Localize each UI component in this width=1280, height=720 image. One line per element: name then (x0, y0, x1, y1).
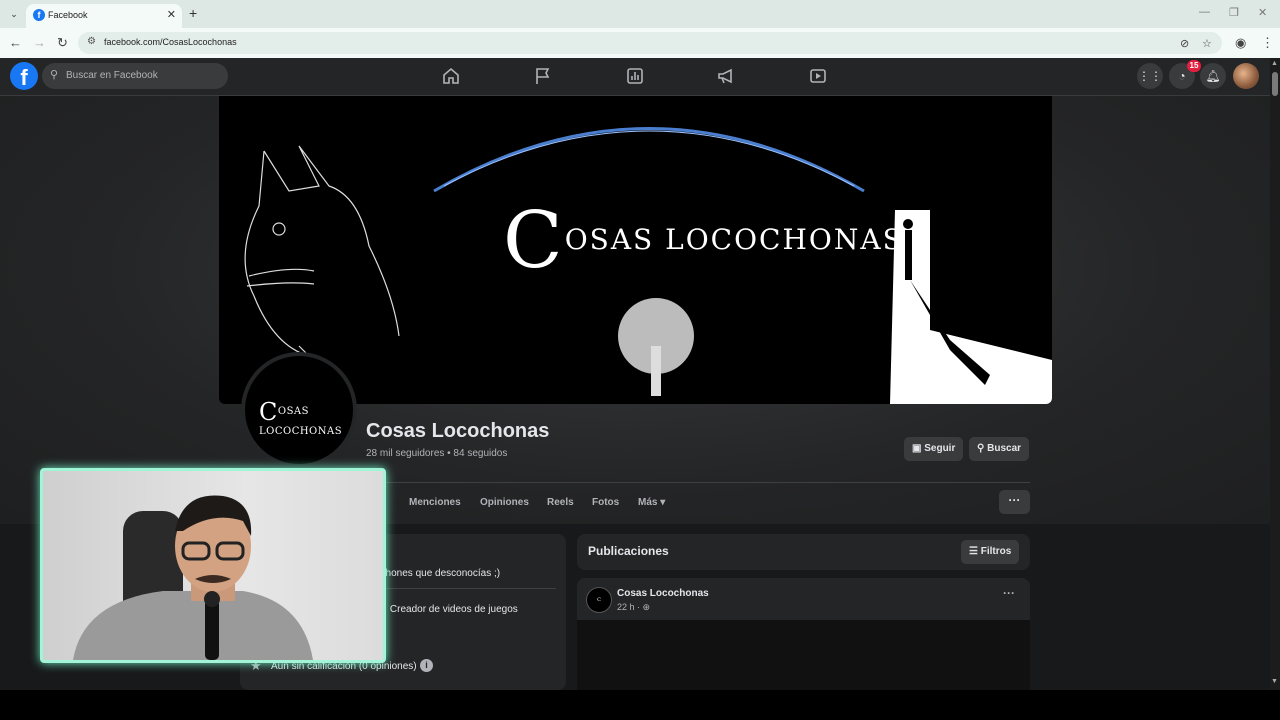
post-author[interactable]: Cosas Locochonas (617, 588, 709, 599)
globe-icon: ⊕ (642, 602, 651, 612)
post-card: C Cosas Locochonas 22 h · ⊕ ··· (577, 578, 1030, 690)
home-icon[interactable] (441, 66, 461, 86)
webcam-overlay (40, 468, 386, 663)
facebook-top-nav: f ⚲ Buscar en Facebook ⋮⋮ ◔ 🔔︎ (0, 58, 1270, 96)
bell-icon[interactable]: 🔔︎ (1200, 63, 1226, 89)
intro-category: s · Creador de videos de juegos (376, 604, 518, 615)
window-close-icon[interactable]: ✕ (1258, 6, 1267, 19)
flag-icon[interactable] (533, 66, 553, 86)
profile-picture-logo: COSAS LOCOCHONAS (259, 398, 343, 437)
tab-menciones[interactable]: Menciones (409, 490, 461, 516)
bottom-bar (0, 690, 1280, 720)
profile-picture[interactable]: COSAS LOCOCHONAS (241, 352, 357, 468)
tab-opiniones[interactable]: Opiniones (480, 490, 529, 516)
tracking-off-icon[interactable]: ⊘ (1180, 37, 1189, 50)
profile-header: COSAS LOCOCHONAS COSAS LOCOCHONAS Cosas … (0, 96, 1270, 524)
kebab-menu-icon[interactable]: ⋮ (1261, 35, 1274, 51)
webcam-person (73, 495, 313, 660)
dashboard-icon[interactable] (625, 66, 645, 86)
facebook-favicon-icon: f (33, 9, 45, 21)
scroll-thumb[interactable] (1272, 72, 1278, 96)
close-icon[interactable]: ✕ (167, 8, 176, 21)
divider (370, 588, 556, 589)
megaphone-icon[interactable] (716, 66, 736, 86)
profile-icon[interactable]: ◉ (1235, 35, 1246, 51)
post-media[interactable] (577, 620, 1030, 690)
posts-header: Publicaciones ☰ Filtros (577, 534, 1030, 570)
post-time[interactable]: 22 h · ⊕ (617, 602, 650, 613)
scrollbar[interactable]: ▲ ▼ (1270, 58, 1280, 690)
tab-mas[interactable]: Más ▾ (638, 490, 665, 516)
cover-photo[interactable]: COSAS LOCOCHONAS (219, 96, 1052, 404)
reload-icon[interactable]: ↻ (57, 35, 68, 51)
follow-button[interactable]: ▣ Seguir (904, 437, 964, 461)
apps-grid-icon[interactable]: ⋮⋮ (1137, 63, 1163, 89)
avatar[interactable] (1233, 63, 1259, 89)
filters-button[interactable]: ☰ Filtros (961, 540, 1020, 564)
follower-stats[interactable]: 28 mil seguidores • 84 seguidos (366, 448, 507, 459)
more-options-button[interactable]: ··· (999, 490, 1030, 514)
facebook-logo[interactable]: f (10, 62, 38, 90)
address-bar: ← → ↻ ⚙ facebook.com/CosasLocochonas ⊘ ☆… (0, 28, 1280, 58)
tab-reels[interactable]: Reels (547, 490, 574, 516)
post-avatar[interactable]: C (586, 587, 612, 613)
intro-description: cochones que desconocías ;) (370, 568, 501, 579)
facebook-search-input[interactable]: ⚲ Buscar en Facebook (42, 63, 228, 89)
tab-fotos[interactable]: Fotos (592, 490, 619, 516)
search-icon: ⚲ (977, 443, 988, 454)
url-field[interactable]: ⚙ facebook.com/CosasLocochonas ⊘ ☆ (78, 32, 1222, 54)
cover-title: COSAS LOCOCHONAS (503, 196, 904, 286)
new-tab-icon[interactable]: + (189, 5, 197, 21)
sliders-icon: ☰ (969, 546, 981, 557)
post-more-icon[interactable]: ··· (1003, 586, 1015, 600)
messenger-badge: 15 (1187, 60, 1201, 72)
follow-icon: ▣ (912, 443, 925, 454)
bookmark-star-icon[interactable]: ☆ (1202, 37, 1212, 50)
tab-menu-icon[interactable]: ⌄ (6, 6, 22, 22)
search-icon: ⚲ (50, 69, 59, 81)
door-illustration (890, 210, 1052, 404)
site-info-icon[interactable]: ⚙ (87, 36, 96, 47)
restore-icon[interactable]: ❐ (1229, 6, 1239, 19)
browser-tab[interactable]: f Facebook ✕ (26, 4, 182, 28)
info-icon[interactable]: i (420, 659, 433, 672)
caret-down-icon: ▾ (660, 497, 666, 508)
url-text[interactable]: facebook.com/CosasLocochonas (104, 37, 237, 47)
browser-tab-bar: ⌄ f Facebook ✕ + — ❐ ✕ (0, 0, 1280, 28)
video-icon[interactable] (808, 66, 828, 86)
search-placeholder: Buscar en Facebook (66, 70, 158, 81)
search-button[interactable]: ⚲ Buscar (969, 437, 1030, 461)
page-title: Cosas Locochonas (366, 420, 550, 442)
scroll-down-icon[interactable]: ▼ (1271, 678, 1278, 685)
tab-title: Facebook (48, 10, 88, 20)
back-icon[interactable]: ← (9, 35, 22, 50)
forward-icon[interactable]: → (33, 35, 46, 50)
scroll-up-icon[interactable]: ▲ (1271, 60, 1278, 67)
posts-title: Publicaciones (588, 544, 669, 558)
minimize-icon[interactable]: — (1199, 6, 1210, 18)
